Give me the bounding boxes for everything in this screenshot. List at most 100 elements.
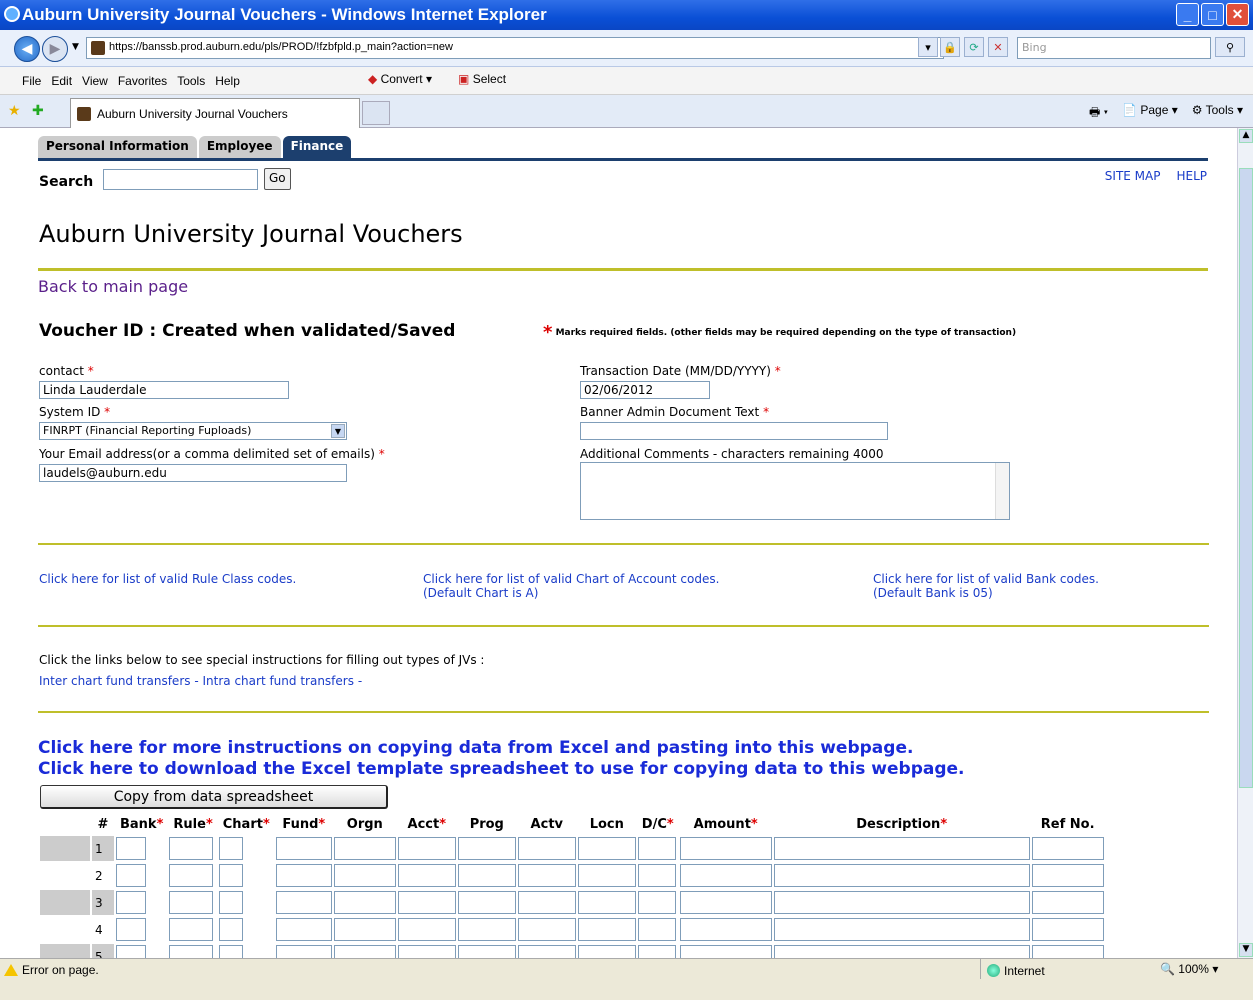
row-1-locn-input[interactable] bbox=[577, 837, 636, 860]
row-5-fund-input[interactable] bbox=[275, 945, 332, 958]
row-5-locn-input[interactable] bbox=[577, 945, 636, 958]
row-4-actv-input[interactable] bbox=[517, 918, 576, 941]
row-2-refno-input[interactable] bbox=[1031, 864, 1104, 887]
row-4-bank-input[interactable] bbox=[116, 918, 146, 941]
row-5-bank-input[interactable] bbox=[116, 945, 146, 958]
row-4-prog-input[interactable] bbox=[457, 918, 516, 941]
back-to-main-link[interactable]: Back to main page bbox=[38, 277, 188, 296]
row-4-locn-input[interactable] bbox=[577, 918, 636, 941]
row-5-rule-input[interactable] bbox=[169, 945, 214, 958]
refresh-icon[interactable]: ⟳ bbox=[964, 37, 984, 57]
minimize-button[interactable]: _ bbox=[1176, 3, 1199, 26]
help-link[interactable]: HELP bbox=[1176, 169, 1207, 183]
row-5-description-input[interactable] bbox=[773, 945, 1030, 958]
row-2-amount-input[interactable] bbox=[679, 864, 772, 887]
row-1-chart-input[interactable] bbox=[218, 837, 243, 860]
row-3-locn-input[interactable] bbox=[577, 891, 636, 914]
transaction-date-field[interactable]: 02/06/2012 bbox=[580, 381, 710, 399]
row-1-amount-input[interactable] bbox=[679, 837, 772, 860]
row-1-description-input[interactable] bbox=[773, 837, 1030, 860]
menu-tools[interactable]: Tools bbox=[177, 74, 205, 88]
intra-chart-link[interactable]: Intra chart fund transfers bbox=[203, 674, 354, 688]
url-input[interactable]: https://banssb.prod.auburn.edu/pls/PROD/… bbox=[86, 37, 944, 59]
scroll-thumb[interactable] bbox=[1239, 168, 1253, 788]
row-2-fund-input[interactable] bbox=[275, 864, 332, 887]
select-button[interactable]: ▣ Select bbox=[458, 72, 506, 86]
vertical-scrollbar[interactable]: ▲ ▼ bbox=[1237, 128, 1253, 958]
row-4-description-input[interactable] bbox=[773, 918, 1030, 941]
row-5-orgn-input[interactable] bbox=[333, 945, 396, 958]
maximize-button[interactable]: □ bbox=[1201, 3, 1224, 26]
document-text-field[interactable] bbox=[580, 422, 888, 440]
email-field[interactable]: laudels@auburn.edu bbox=[39, 464, 347, 482]
textarea-scrollbar[interactable] bbox=[995, 463, 1009, 519]
menu-view[interactable]: View bbox=[82, 74, 108, 88]
rule-class-link[interactable]: Click here for list of valid Rule Class … bbox=[39, 572, 296, 586]
row-2-chart-input[interactable] bbox=[218, 864, 243, 887]
menu-file[interactable]: File bbox=[22, 74, 41, 88]
excel-instructions-link[interactable]: Click here for more instructions on copy… bbox=[38, 738, 913, 758]
menu-help[interactable]: Help bbox=[215, 74, 240, 88]
row-1-acct-input[interactable] bbox=[397, 837, 456, 860]
row-1-bank-input[interactable] bbox=[116, 837, 146, 860]
chart-codes-link[interactable]: Click here for list of valid Chart of Ac… bbox=[423, 572, 719, 600]
history-dropdown-icon[interactable]: ▼ bbox=[72, 42, 79, 52]
row-4-orgn-input[interactable] bbox=[333, 918, 396, 941]
row-2-acct-input[interactable] bbox=[397, 864, 456, 887]
row-4-acct-input[interactable] bbox=[397, 918, 456, 941]
print-icon[interactable]: 🖶 ▾ bbox=[1089, 103, 1108, 124]
row-4-fund-input[interactable] bbox=[275, 918, 332, 941]
row-1-refno-input[interactable] bbox=[1031, 837, 1104, 860]
row-1-orgn-input[interactable] bbox=[333, 837, 396, 860]
system-id-select[interactable]: FINRPT (Financial Reporting Fuploads) ▼ bbox=[39, 422, 347, 440]
row-2-dc-input[interactable] bbox=[637, 864, 676, 887]
row-5-refno-input[interactable] bbox=[1031, 945, 1104, 958]
zoom-level[interactable]: 🔍 100% ▾ bbox=[1160, 962, 1218, 976]
page-menu[interactable]: 📄 Page ▾ bbox=[1122, 103, 1178, 124]
tab-finance[interactable]: Finance bbox=[282, 136, 352, 158]
row-3-bank-input[interactable] bbox=[116, 891, 146, 914]
excel-template-link[interactable]: Click here to download the Excel templat… bbox=[38, 759, 965, 779]
row-4-rule-input[interactable] bbox=[169, 918, 214, 941]
row-3-amount-input[interactable] bbox=[679, 891, 772, 914]
menu-favorites[interactable]: Favorites bbox=[118, 74, 167, 88]
row-2-locn-input[interactable] bbox=[577, 864, 636, 887]
tools-menu[interactable]: ⚙ Tools ▾ bbox=[1192, 103, 1243, 124]
tab-employee[interactable]: Employee bbox=[198, 136, 281, 158]
row-4-dc-input[interactable] bbox=[637, 918, 676, 941]
close-button[interactable]: ✕ bbox=[1226, 3, 1249, 26]
row-3-refno-input[interactable] bbox=[1031, 891, 1104, 914]
row-2-rule-input[interactable] bbox=[169, 864, 214, 887]
site-map-link[interactable]: SITE MAP bbox=[1105, 169, 1161, 183]
search-engine-input[interactable]: Bing bbox=[1017, 37, 1211, 59]
scroll-up-icon[interactable]: ▲ bbox=[1239, 129, 1253, 143]
search-input[interactable] bbox=[103, 169, 258, 190]
row-3-rule-input[interactable] bbox=[169, 891, 214, 914]
contact-field[interactable]: Linda Lauderdale bbox=[39, 381, 289, 399]
forward-icon[interactable]: ▶ bbox=[42, 36, 68, 62]
row-1-fund-input[interactable] bbox=[275, 837, 332, 860]
scroll-down-icon[interactable]: ▼ bbox=[1239, 943, 1253, 957]
convert-button[interactable]: ◆ Convert ▾ bbox=[368, 72, 432, 86]
stop-icon[interactable]: ✕ bbox=[988, 37, 1008, 57]
row-3-description-input[interactable] bbox=[773, 891, 1030, 914]
favorites-star-icon[interactable]: ★ bbox=[8, 103, 21, 119]
row-2-description-input[interactable] bbox=[773, 864, 1030, 887]
copy-from-spreadsheet-button[interactable]: Copy from data spreadsheet bbox=[40, 785, 388, 809]
row-1-prog-input[interactable] bbox=[457, 837, 516, 860]
row-5-acct-input[interactable] bbox=[397, 945, 456, 958]
row-4-refno-input[interactable] bbox=[1031, 918, 1104, 941]
row-3-acct-input[interactable] bbox=[397, 891, 456, 914]
lock-icon[interactable]: 🔒 bbox=[940, 37, 960, 57]
row-2-bank-input[interactable] bbox=[116, 864, 146, 887]
row-5-prog-input[interactable] bbox=[457, 945, 516, 958]
row-3-orgn-input[interactable] bbox=[333, 891, 396, 914]
browser-tab[interactable]: Auburn University Journal Vouchers bbox=[70, 98, 360, 128]
row-1-dc-input[interactable] bbox=[637, 837, 676, 860]
new-tab-button[interactable] bbox=[362, 101, 390, 125]
row-3-dc-input[interactable] bbox=[637, 891, 676, 914]
add-favorites-icon[interactable]: ✚ bbox=[32, 103, 44, 119]
go-button[interactable]: Go bbox=[264, 168, 291, 190]
tab-personal-information[interactable]: Personal Information bbox=[38, 136, 197, 158]
row-5-dc-input[interactable] bbox=[637, 945, 676, 958]
